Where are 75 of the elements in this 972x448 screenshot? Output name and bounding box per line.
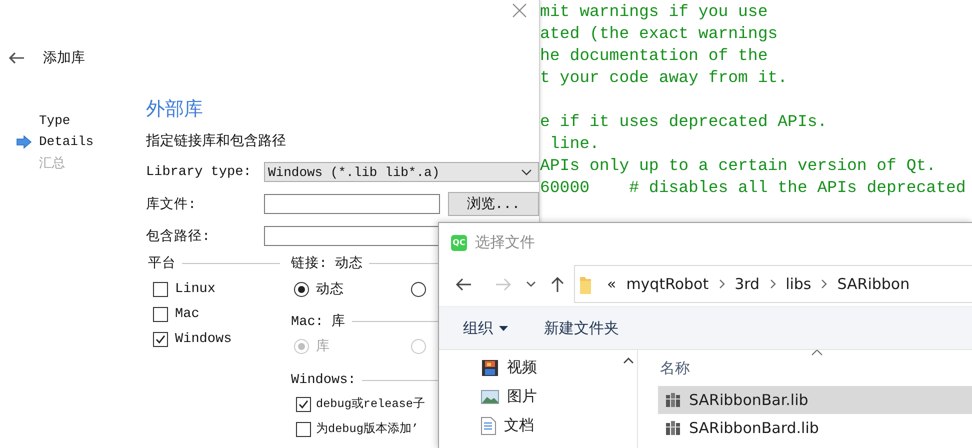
group-title: 链接: 动态 [291, 254, 364, 272]
checkbox[interactable] [153, 282, 168, 296]
input-field[interactable] [264, 226, 440, 246]
group-title: Windows: [291, 372, 356, 388]
radio-button[interactable] [411, 282, 426, 296]
window-title: 添加库 [43, 49, 85, 67]
close-icon[interactable] [512, 3, 527, 18]
column-header[interactable]: 名称 [660, 358, 690, 378]
back-arrow-icon[interactable] [8, 52, 25, 64]
file-row[interactable]: SARibbonBar.lib [658, 386, 972, 414]
scroll-up-icon[interactable] [622, 357, 634, 364]
radio-label: 动态 [316, 280, 344, 298]
code-line: line. [548, 133, 600, 155]
group-title: Mac: 库 [291, 312, 346, 330]
checkbox-label: Linux [175, 282, 216, 296]
browse-button[interactable]: 浏览... [448, 192, 539, 216]
checkbox[interactable] [296, 422, 311, 436]
app-logo: QC [451, 234, 467, 250]
page-heading: 外部库 [146, 98, 203, 122]
folder-icon [580, 274, 591, 294]
organize-menu[interactable]: 组织 [463, 318, 508, 338]
nav-item[interactable]: 文档 [504, 416, 534, 435]
chevron-down-icon [521, 168, 532, 176]
history-dropdown-button[interactable] [526, 280, 536, 288]
path-segment[interactable]: SARibbon [837, 275, 910, 293]
library-type-dropdown[interactable]: Windows (*.lib lib*.a) [264, 162, 539, 182]
checkbox-label: Windows [175, 332, 232, 346]
radio-button[interactable] [294, 282, 309, 296]
wizard-step: 汇总 [39, 154, 65, 172]
path-overflow[interactable]: « [607, 275, 616, 293]
file-row[interactable]: SARibbonBard.lib [658, 414, 972, 442]
page-subtitle: 指定链接库和包含路径 [146, 132, 286, 152]
wizard-step: Details [39, 134, 94, 149]
field-label: Library type: [146, 164, 252, 180]
chevron-right-icon [718, 279, 725, 289]
field-label: 库文件: [146, 196, 198, 213]
checkbox-label: Mac [175, 306, 200, 322]
checkbox[interactable] [296, 396, 311, 412]
code-line: 60000 # disables all the APIs deprecated [540, 177, 967, 199]
radio-label: 库 [316, 338, 330, 355]
wizard-step: Type [39, 113, 70, 128]
file-name: SARibbonBar.lib [689, 391, 808, 409]
code-line: t your code away from it. [540, 67, 789, 89]
dialog-title: 选择文件 [475, 233, 535, 252]
code-line: ated (the exact warnings [540, 23, 779, 45]
code-line: mit warnings if you use [540, 1, 769, 23]
back-button[interactable] [455, 278, 472, 290]
code-line: e if it uses deprecated APIs. [540, 111, 828, 133]
path-segment[interactable]: myqtRobot [626, 275, 709, 293]
chevron-right-icon [821, 279, 828, 289]
code-line: APIs only up to a certain version of Qt. [540, 155, 938, 177]
checkbox[interactable] [153, 306, 168, 322]
picture-icon [481, 390, 499, 404]
file-name: SARibbonBard.lib [689, 419, 819, 437]
group-title: 平台 [148, 255, 176, 272]
film-icon [481, 358, 499, 376]
up-button[interactable] [551, 276, 564, 292]
code-line: he documentation of the [540, 45, 769, 67]
document-icon [481, 416, 496, 434]
nav-item[interactable]: 视频 [507, 358, 537, 377]
new-folder-button[interactable]: 新建文件夹 [544, 318, 619, 338]
nav-item[interactable]: 图片 [507, 387, 537, 406]
sort-caret-icon [811, 350, 823, 356]
input-field[interactable] [264, 194, 440, 214]
checkbox[interactable] [153, 332, 168, 346]
checkbox-label: debug或release子 [316, 396, 425, 412]
path-segment[interactable]: 3rd [734, 275, 760, 293]
checkbox-label: 为debug版本添加’ [316, 421, 418, 437]
library-file-icon [665, 393, 681, 407]
path-segment[interactable]: libs [786, 275, 812, 293]
chevron-right-icon [770, 279, 776, 289]
library-file-icon [665, 421, 681, 435]
address-bar[interactable]: « myqtRobot 3rd libs SARibbon [574, 265, 972, 303]
field-label: 包含路径: [146, 228, 212, 245]
caret-icon [499, 326, 508, 330]
